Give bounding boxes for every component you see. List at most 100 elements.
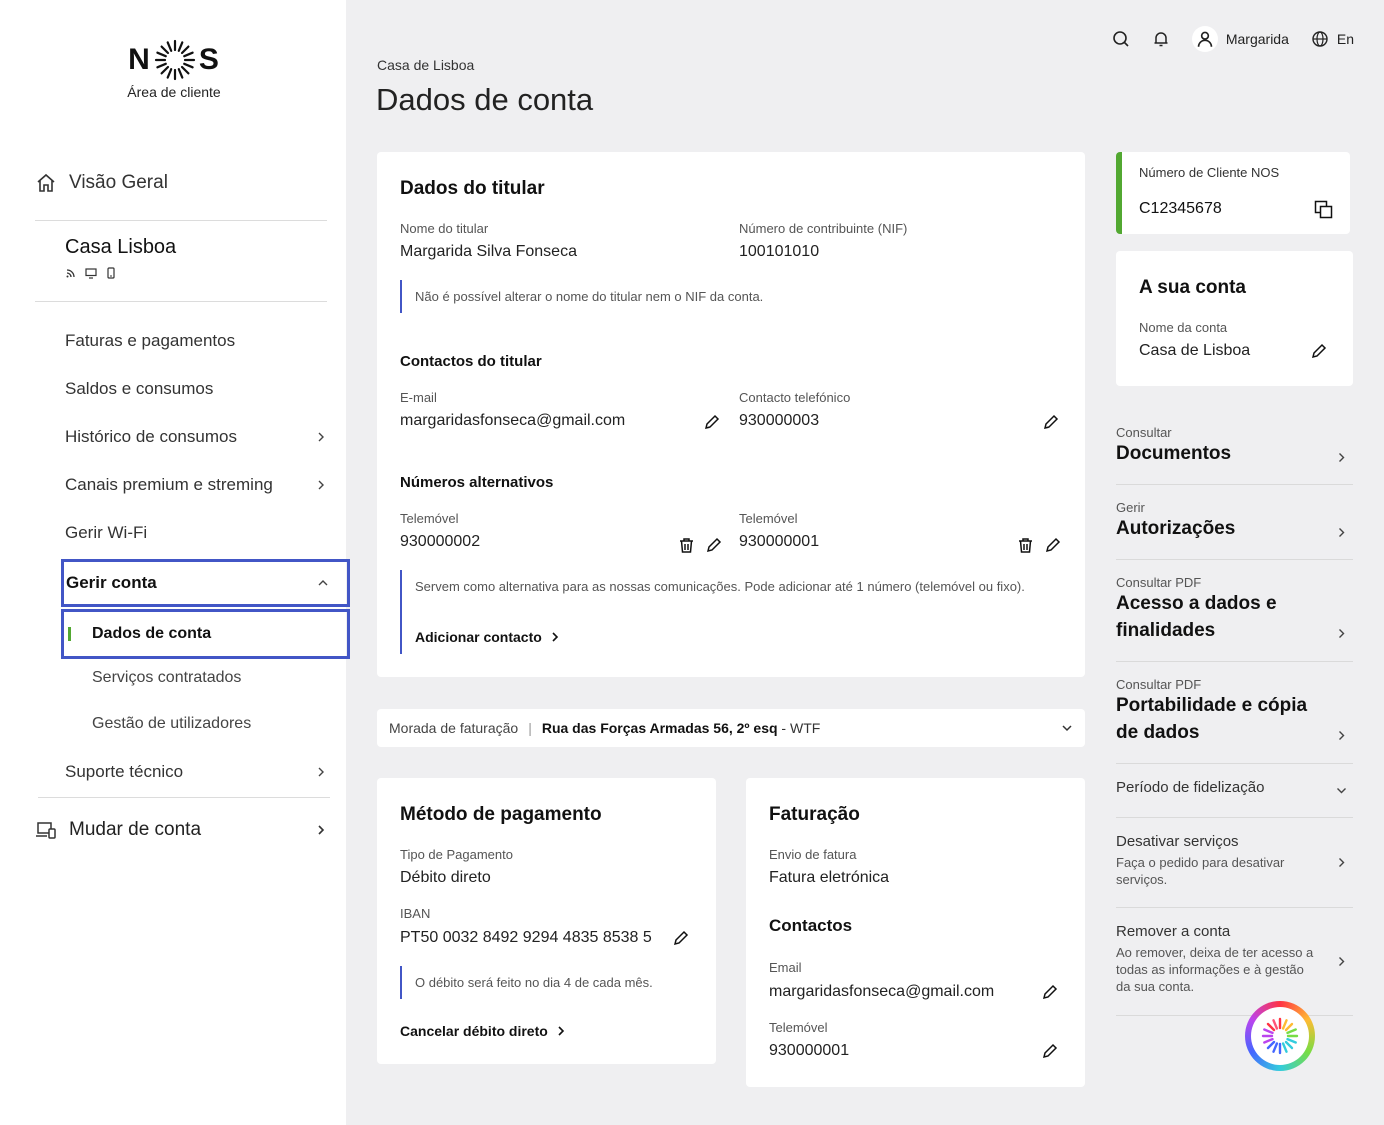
alt-note-text: Servem como alternativa para as nossas c… (415, 579, 1025, 594)
page-title: Dados de conta (376, 82, 594, 117)
submenu-servicos[interactable]: Serviços contratados (92, 669, 241, 687)
top-bar: Margarida En (1112, 26, 1354, 52)
chevron-right-icon (1339, 731, 1345, 740)
portability-line2: de dados (1116, 722, 1200, 743)
pencil-icon[interactable] (703, 414, 720, 431)
payment-card: Método de pagamento Tipo de Pagamento Dé… (377, 778, 716, 1064)
menu-wifi[interactable]: Gerir Wi-Fi (65, 523, 327, 543)
chevron-right-icon (318, 825, 325, 835)
language-switch[interactable]: En (1311, 30, 1354, 48)
menu-item-label: Suporte técnico (65, 762, 184, 781)
menu-item-label: Canais premium e streming (65, 475, 273, 494)
pencil-icon[interactable] (1310, 343, 1327, 360)
logo-subtitle: Área de cliente (127, 84, 221, 100)
billing-address-select[interactable]: Morada de faturação | Rua das Forças Arm… (377, 709, 1085, 747)
authorizations-small: Gerir (1116, 500, 1145, 515)
remove-account-link[interactable]: Remover a conta Ao remover, deixa de ter… (1116, 923, 1353, 1016)
menu-gerir-conta[interactable]: Gerir conta (61, 559, 350, 607)
logo-mark: N S (126, 38, 222, 82)
iban-value: PT50 0032 8492 9294 4835 8538 5 (400, 929, 652, 946)
logo-letter-s: S (198, 43, 220, 76)
data-access-link[interactable]: Consultar PDF Acesso a dados e finalidad… (1116, 575, 1353, 662)
user-menu[interactable]: Margarida (1191, 26, 1289, 52)
name-value: Margarida Silva Fonseca (400, 243, 577, 260)
deactivate-services-link[interactable]: Desativar serviços Faça o pedido para de… (1116, 833, 1353, 908)
titular-note: Não é possível alterar o nome do titular… (400, 280, 1040, 313)
loyalty-label: Período de fidelização (1116, 779, 1265, 796)
search-icon[interactable] (1112, 30, 1130, 48)
chevron-up-icon (318, 580, 328, 586)
nav-overview[interactable]: Visão Geral (35, 172, 327, 194)
logo-letter-n: N (128, 43, 151, 76)
remove-label: Remover a conta (1116, 923, 1231, 940)
pencil-icon[interactable] (1041, 984, 1058, 1001)
copy-icon[interactable] (1314, 200, 1333, 219)
breadcrumb[interactable]: Casa de Lisboa (377, 57, 474, 73)
pencil-icon[interactable] (672, 930, 689, 947)
portability-link[interactable]: Consultar PDF Portabilidade e cópia de d… (1116, 677, 1353, 764)
authorizations-link[interactable]: Gerir Autorizações (1116, 500, 1353, 560)
chevron-right-icon (318, 432, 324, 442)
billing-address-suffix: - WTF (777, 720, 821, 736)
menu-item-label: Saldos e consumos (65, 379, 214, 398)
your-account-title: A sua conta (1139, 277, 1246, 298)
trash-icon[interactable] (678, 537, 695, 554)
submenu-dados-conta[interactable]: Dados de conta (61, 609, 350, 659)
phone-value: 930000003 (739, 412, 820, 429)
internet-icon (66, 269, 75, 278)
payment-title: Método de pagamento (400, 804, 602, 825)
menu-historico[interactable]: Histórico de consumos (65, 427, 327, 447)
user-name: Margarida (1225, 31, 1289, 47)
chevron-right-icon (1339, 957, 1345, 966)
nos-logo[interactable]: N S Área de cliente (126, 38, 222, 100)
client-number-value: C12345678 (1139, 200, 1222, 217)
mudar-conta-label: Mudar de conta (69, 819, 202, 840)
titular-title: Dados do titular (400, 178, 545, 199)
current-account: Casa Lisboa (65, 236, 176, 279)
pencil-icon[interactable] (705, 537, 722, 554)
tv-icon (85, 268, 97, 279)
loyalty-period-toggle[interactable]: Período de fidelização (1116, 779, 1353, 818)
invoice-send-value: Fatura eletrónica (769, 869, 890, 886)
alt2-value: 930000001 (739, 533, 820, 550)
divider (38, 797, 330, 798)
alt2-label: Telemóvel (739, 511, 798, 526)
home-icon (37, 173, 55, 192)
payment-type-label: Tipo de Pagamento (400, 847, 513, 862)
menu-suporte[interactable]: Suporte técnico (65, 762, 327, 782)
billing-address-label: Morada de faturação (389, 720, 519, 736)
sidebar: N S Área de cliente Visão Geral Casa Lis… (0, 0, 350, 1125)
portability-line1: Portabilidade e cópia (1116, 695, 1308, 716)
menu-faturas[interactable]: Faturas e pagamentos (65, 331, 327, 351)
menu-item-label: Histórico de consumos (65, 427, 237, 446)
menu-canais[interactable]: Canais premium e streming (65, 475, 327, 495)
documents-link[interactable]: Consultar Documentos (1116, 425, 1353, 485)
documents-big: Documentos (1116, 443, 1232, 464)
account-name-value: Casa de Lisboa (1139, 342, 1251, 359)
avatar (1191, 26, 1218, 52)
devices-icon (36, 822, 56, 839)
menu-saldos[interactable]: Saldos e consumos (65, 379, 327, 399)
account-service-icons (65, 267, 176, 279)
invoicing-phone-value: 930000001 (769, 1042, 850, 1059)
menu-item-label: Gerir Wi-Fi (65, 523, 148, 542)
pencil-icon[interactable] (1041, 1043, 1058, 1060)
nif-label: Número de contribuinte (NIF) (739, 221, 908, 236)
nif-value: 100101010 (739, 243, 820, 260)
trash-icon[interactable] (1017, 537, 1034, 554)
assistant-button[interactable] (1245, 1001, 1315, 1071)
menu-mudar-conta[interactable]: Mudar de conta (35, 819, 327, 841)
bell-icon[interactable] (1152, 30, 1170, 48)
pencil-icon[interactable] (1044, 537, 1061, 554)
account-name: Casa Lisboa (65, 236, 177, 258)
client-number-card: Número de Cliente NOS C12345678 (1116, 152, 1350, 234)
pencil-icon[interactable] (1042, 414, 1059, 431)
chevron-right-icon (1339, 528, 1345, 537)
add-contact-link[interactable]: Adicionar contacto (415, 629, 560, 645)
invoicing-phone-label: Telemóvel (769, 1020, 828, 1035)
authorizations-big: Autorizações (1116, 518, 1236, 539)
submenu-utilizadores[interactable]: Gestão de utilizadores (92, 715, 251, 733)
chevron-right-icon (552, 632, 558, 642)
cancel-debit-link[interactable]: Cancelar débito direto (400, 1023, 566, 1039)
billing-address-street: Rua das Forças Armadas 56, 2º esq (541, 720, 778, 736)
